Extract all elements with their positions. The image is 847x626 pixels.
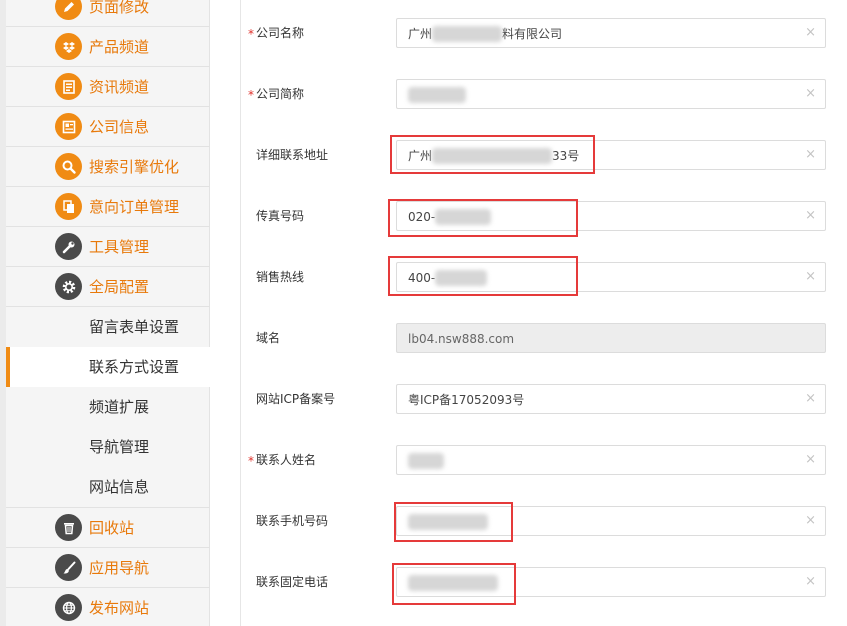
news-icon (55, 73, 82, 100)
contact-name-field[interactable]: × (396, 445, 826, 475)
highlight-box-landline (392, 563, 516, 605)
sidebar-subitem-label: 导航管理 (89, 438, 150, 456)
redacted-text (408, 453, 444, 469)
sidebar-item-label: 回收站 (89, 519, 135, 537)
search-icon (55, 153, 82, 180)
sidebar-item-tools[interactable]: 工具管理 (6, 227, 210, 267)
sidebar-subitem-label: 网站信息 (89, 478, 150, 496)
sidebar-item-global-config[interactable]: 全局配置 (6, 267, 210, 307)
sidebar-item-label: 全局配置 (89, 278, 150, 296)
form-row-icp: 网站ICP备案号 粤ICP备17052093号 × (241, 384, 847, 445)
field-label: 联系人姓名 (256, 453, 317, 467)
dropbox-icon (55, 33, 82, 60)
highlight-box-mobile (394, 502, 513, 542)
domain-field: lb04.nsw888.com (396, 323, 826, 353)
field-value: 广州 料有限公司 (408, 26, 563, 42)
brush-icon (55, 554, 82, 581)
highlight-box-address (390, 135, 595, 174)
redacted-text (408, 87, 466, 103)
sidebar: 页面修改 产品频道 资讯频道 公司信息 搜索引擎优化 意向订单管理 工具管理 全… (0, 0, 210, 626)
sidebar-subitem-navigation[interactable]: 导航管理 (6, 427, 210, 467)
sidebar-subitem-site-info[interactable]: 网站信息 (6, 467, 210, 508)
sidebar-item-label: 工具管理 (89, 238, 150, 256)
trash-icon (55, 514, 82, 541)
sidebar-item-label: 发布网站 (89, 599, 150, 617)
required-mark: * (248, 88, 254, 102)
field-label: 传真号码 (256, 209, 305, 223)
clear-icon[interactable]: × (805, 453, 816, 467)
sidebar-item-news[interactable]: 资讯频道 (6, 67, 210, 107)
sidebar-subitem-label: 留言表单设置 (89, 318, 180, 336)
sidebar-item-publish-site[interactable]: 发布网站 (6, 588, 210, 626)
sidebar-item-label: 应用导航 (89, 559, 150, 577)
sidebar-item-products[interactable]: 产品频道 (6, 27, 210, 67)
form-row-company-name: * 公司名称 广州 料有限公司 × (241, 18, 847, 79)
form-row-company-short-name: * 公司简称 × (241, 79, 847, 140)
clear-icon[interactable]: × (805, 270, 816, 284)
contact-settings-form: * 公司名称 广州 料有限公司 × * 公司简称 × 详细联系地址 广州 33号 ×… (240, 0, 847, 626)
form-row-mobile: 联系手机号码 × (241, 506, 847, 567)
sidebar-item-company-info[interactable]: 公司信息 (6, 107, 210, 147)
clear-icon[interactable]: × (805, 148, 816, 162)
clear-icon[interactable]: × (805, 392, 816, 406)
clear-icon[interactable]: × (805, 575, 816, 589)
required-mark: * (248, 27, 254, 41)
sidebar-item-label: 意向订单管理 (89, 198, 180, 216)
sidebar-item-label: 资讯频道 (89, 78, 150, 96)
newspaper-icon (55, 113, 82, 140)
sidebar-item-label: 产品频道 (89, 38, 150, 56)
sidebar-subitem-message-form[interactable]: 留言表单设置 (6, 307, 210, 347)
sidebar-item-recycle-bin[interactable]: 回收站 (6, 508, 210, 548)
globe-icon (55, 594, 82, 621)
field-label: 销售热线 (256, 270, 305, 284)
company-name-field[interactable]: 广州 料有限公司 × (396, 18, 826, 48)
sidebar-item-label: 页面修改 (89, 0, 150, 16)
sidebar-item-page-edit[interactable]: 页面修改 (6, 0, 210, 27)
form-row-landline: 联系固定电话 × (241, 567, 847, 626)
field-label: 公司名称 (256, 26, 305, 40)
required-mark: * (248, 454, 254, 468)
field-label: 详细联系地址 (256, 148, 329, 162)
field-label: 公司简称 (256, 87, 305, 101)
clear-icon[interactable]: × (805, 87, 816, 101)
form-row-domain: 域名 lb04.nsw888.com (241, 323, 847, 384)
field-value: 粤ICP备17052093号 (408, 393, 525, 407)
company-short-name-field[interactable]: × (396, 79, 826, 109)
highlight-box-fax (388, 199, 578, 237)
field-label: 域名 (256, 331, 281, 345)
sidebar-subitem-channel-extension[interactable]: 频道扩展 (6, 387, 210, 427)
sidebar-item-app-nav[interactable]: 应用导航 (6, 548, 210, 588)
clear-icon[interactable]: × (805, 209, 816, 223)
form-row-contact-name: * 联系人姓名 × (241, 445, 847, 506)
sidebar-subitem-label: 频道扩展 (89, 398, 150, 416)
sidebar-item-seo[interactable]: 搜索引擎优化 (6, 147, 210, 187)
field-value (408, 453, 444, 469)
field-label: 联系固定电话 (256, 575, 329, 589)
sidebar-item-label: 搜索引擎优化 (89, 158, 180, 176)
copy-icon (55, 193, 82, 220)
sidebar-item-orders[interactable]: 意向订单管理 (6, 187, 210, 227)
wrench-icon (55, 233, 82, 260)
field-value: lb04.nsw888.com (408, 332, 515, 346)
sidebar-subitem-label: 联系方式设置 (89, 358, 180, 376)
field-label: 联系手机号码 (256, 514, 329, 528)
sidebar-item-label: 公司信息 (89, 118, 150, 136)
redacted-text (432, 26, 503, 42)
icp-number-field[interactable]: 粤ICP备17052093号 × (396, 384, 826, 414)
field-value (408, 87, 466, 103)
gear-icon (55, 273, 82, 300)
pencil-icon (55, 0, 82, 20)
sidebar-subitem-contact-settings[interactable]: 联系方式设置 (6, 347, 210, 387)
field-label: 网站ICP备案号 (256, 392, 336, 406)
clear-icon[interactable]: × (805, 26, 816, 40)
highlight-box-hotline (388, 256, 578, 296)
clear-icon[interactable]: × (805, 514, 816, 528)
